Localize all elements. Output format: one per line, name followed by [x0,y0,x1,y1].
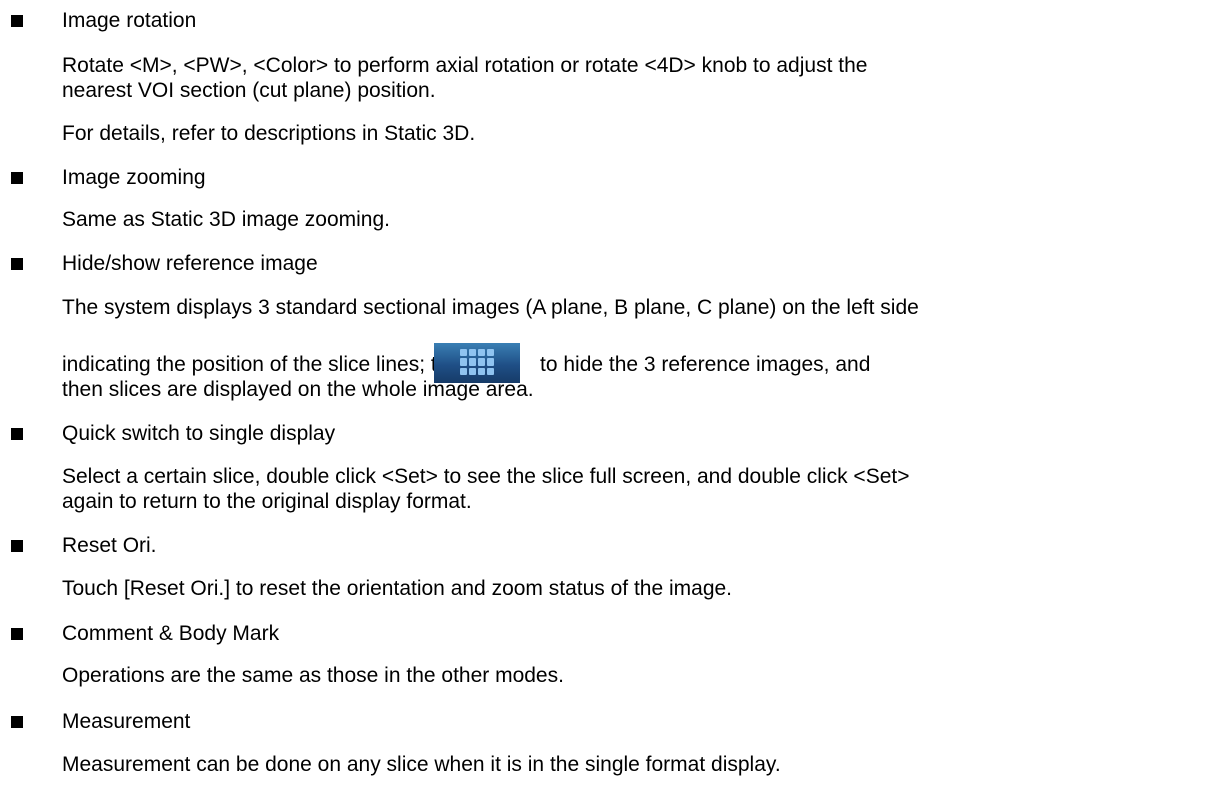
section-text: then slices are displayed on the whole i… [62,378,534,401]
section-text: again to return to the original display … [62,490,472,513]
section-text: Same as Static 3D image zooming. [62,208,390,231]
bullet-icon [11,716,23,728]
section-heading-quick-switch: Quick switch to single display [62,422,336,445]
section-heading-measurement: Measurement [62,710,191,733]
section-text: indicating the position of the slice lin… [62,353,483,376]
section-heading-reset-ori: Reset Ori. [62,534,157,557]
bullet-icon [11,628,23,640]
section-text: to hide the 3 reference images, and [540,353,871,376]
section-heading-comment-body-mark: Comment & Body Mark [62,622,280,645]
section-heading-image-zooming: Image zooming [62,166,206,189]
bullet-icon [11,428,23,440]
section-text: Operations are the same as those in the … [62,664,564,687]
section-text: Select a certain slice, double click <Se… [62,465,910,488]
section-heading-hide-show-reference: Hide/show reference image [62,252,318,275]
section-heading-image-rotation: Image rotation [62,9,197,32]
section-text: Measurement can be done on any slice whe… [62,753,781,776]
section-text: nearest VOI section (cut plane) position… [62,79,436,102]
bullet-icon [11,540,23,552]
section-text: The system displays 3 standard sectional… [62,296,919,319]
bullet-icon [11,15,23,27]
section-text: Touch [Reset Ori.] to reset the orientat… [62,577,733,600]
bullet-icon [11,172,23,184]
section-text: For details, refer to descriptions in St… [62,122,476,145]
grid-layout-icon[interactable] [434,343,520,383]
bullet-icon [11,258,23,270]
section-text: Rotate <M>, <PW>, <Color> to perform axi… [62,54,868,77]
